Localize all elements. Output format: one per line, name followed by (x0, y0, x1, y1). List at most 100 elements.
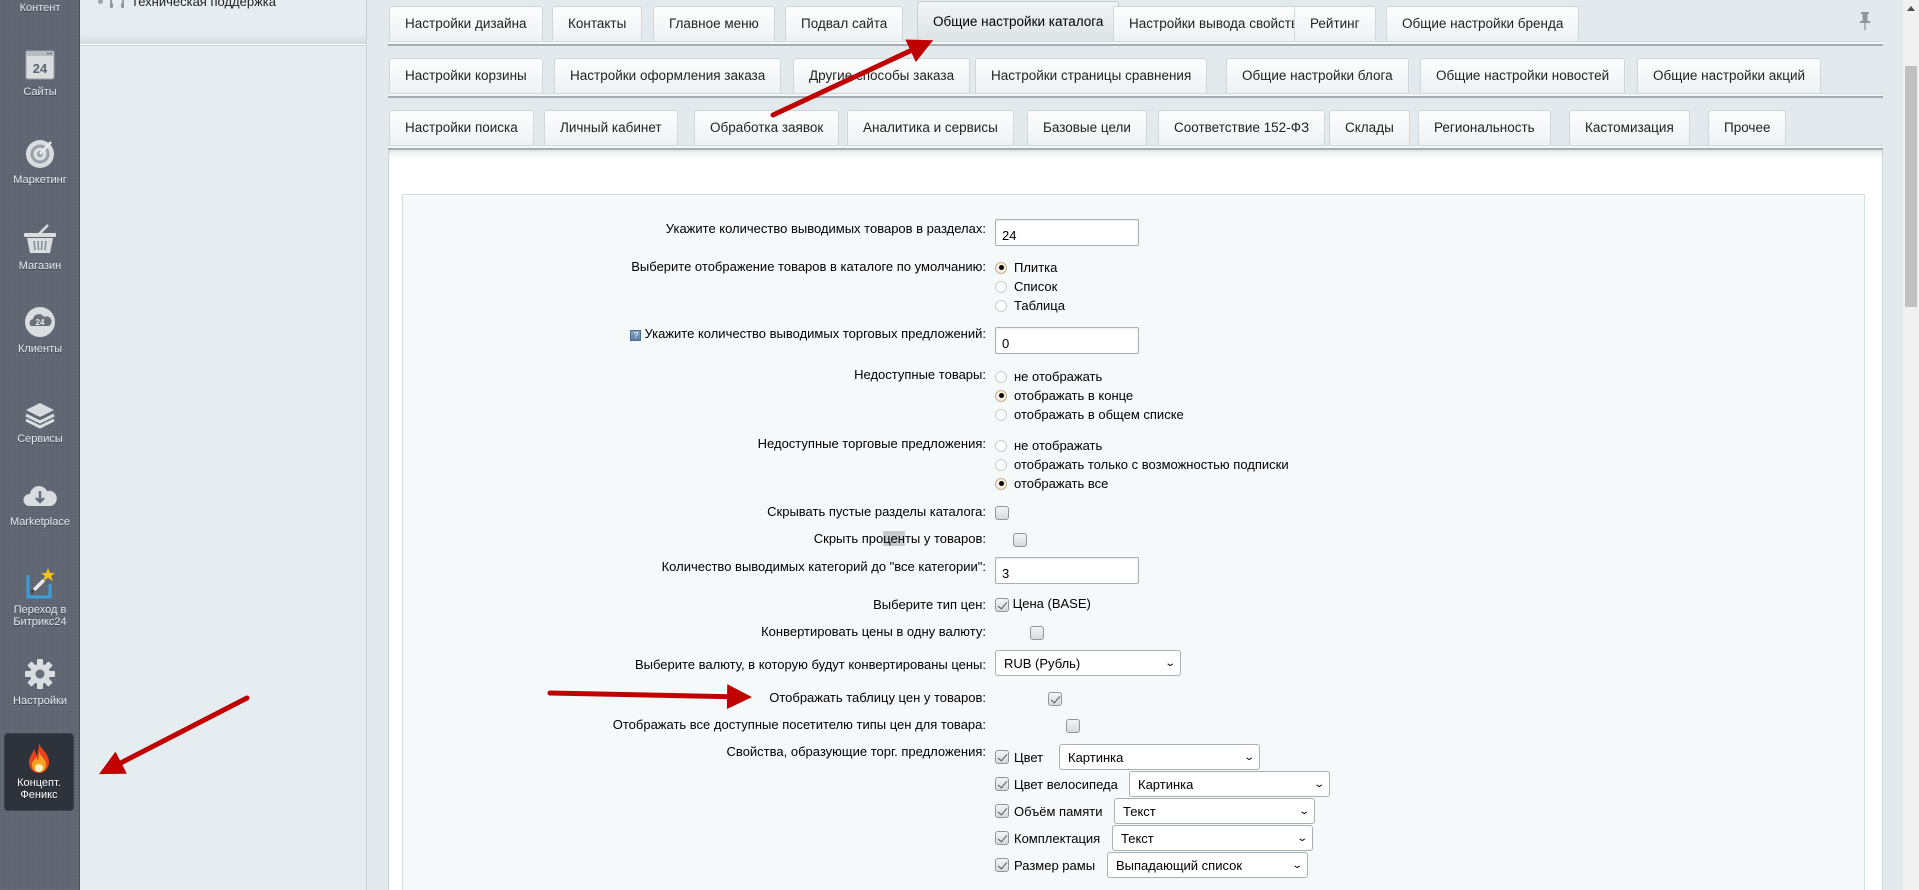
chevron-down-icon: ⌄ (1242, 751, 1255, 763)
tab-customization[interactable]: Кастомизация (1569, 110, 1690, 145)
tab-cart-settings[interactable]: Настройки корзины (389, 58, 543, 93)
radio-button[interactable] (995, 408, 1007, 421)
tree-item-label: Техническая поддержка (131, 0, 276, 9)
sidebar-item-concept-phoenix[interactable]: Концепт. Феникс (5, 734, 73, 810)
tab-compare-page-settings[interactable]: Настройки страницы сравнения (975, 58, 1208, 93)
sidebar-item-sites[interactable]: 24 Сайты (0, 48, 80, 98)
radio-button[interactable] (995, 439, 1007, 452)
show-all-price-types-checkbox[interactable] (1065, 718, 1080, 733)
offer-property-display-select[interactable]: Текст ⌄ (1112, 825, 1313, 851)
items-per-section-input[interactable] (995, 219, 1139, 246)
vertical-scrollbar[interactable] (1903, 0, 1919, 890)
radio-option[interactable]: отображать только с возможностью подписк… (995, 455, 1289, 474)
sidebar-item-marketing[interactable]: Маркетинг (0, 136, 80, 186)
offer-property-row: Цвет велосипеда Картинка ⌄ (995, 771, 1330, 797)
offer-property-checkbox[interactable] (995, 831, 1009, 845)
tab-request-processing[interactable]: Обработка заявок (694, 110, 840, 145)
unavailable-products-label: Недоступные товары: (854, 367, 986, 382)
tab-base-goals[interactable]: Базовые цели (1027, 110, 1147, 145)
sidebar-item-shop[interactable]: Магазин (0, 222, 80, 272)
target-currency-select[interactable]: RUB (Рубль) ⌄ (995, 650, 1181, 676)
radio-option[interactable]: не отображать (995, 367, 1184, 386)
radio-button[interactable] (995, 261, 1007, 274)
tab-design-settings[interactable]: Настройки дизайна (389, 6, 543, 41)
tab-brand-general[interactable]: Общие настройки бренда (1386, 6, 1580, 41)
tab-promo-general[interactable]: Общие настройки акций (1637, 58, 1822, 93)
sidebar-item-services[interactable]: Сервисы (0, 395, 80, 445)
radio-button[interactable] (995, 370, 1007, 383)
categories-before-all-input[interactable] (995, 557, 1139, 584)
tab-other[interactable]: Прочее (1708, 110, 1787, 145)
sidebar-item-settings[interactable]: Настройки (0, 657, 80, 707)
radio-option[interactable]: Таблица (995, 296, 1065, 315)
tab-152-fz-compliance[interactable]: Соответствие 152-ФЗ (1158, 110, 1326, 145)
svg-text:24: 24 (36, 318, 45, 327)
tab-main-menu[interactable]: Главное меню (653, 6, 775, 41)
radio-button[interactable] (995, 280, 1007, 293)
tab-personal-account[interactable]: Личный кабинет (544, 110, 678, 145)
tab-row-2: Настройки корзины Настройки оформления з… (388, 52, 1883, 98)
tab-catalog-general[interactable]: Общие настройки каталога (917, 1, 1120, 41)
offer-property-row: Комплектация Текст ⌄ (995, 825, 1313, 851)
radio-option[interactable]: Список (995, 277, 1065, 296)
offer-property-display-select[interactable]: Картинка ⌄ (1129, 771, 1330, 797)
tab-analytics-services[interactable]: Аналитика и сервисы (847, 110, 1014, 145)
radio-button[interactable] (995, 477, 1007, 490)
clients-cloud-icon: 24 (25, 307, 55, 337)
scroll-up-arrow-icon[interactable] (1907, 6, 1915, 11)
price-type-checkbox[interactable] (995, 597, 1009, 612)
default-view-radio-group: Плитка Список Таблица (995, 258, 1065, 315)
radio-button[interactable] (995, 299, 1007, 312)
unavailable-offers-radio-group: не отображать отображать только с возмож… (995, 436, 1289, 493)
offer-property-display-select[interactable]: Выпадающий список ⌄ (1107, 852, 1308, 878)
chevron-down-icon: ⌄ (1163, 657, 1176, 669)
tab-checkout-settings[interactable]: Настройки оформления заказа (554, 58, 782, 93)
offers-count-input[interactable] (995, 327, 1139, 354)
hide-percent-checkbox[interactable] (1012, 532, 1027, 547)
scrollbar-thumb[interactable] (1905, 66, 1917, 307)
radio-option[interactable]: отображать в общем списке (995, 405, 1184, 424)
offer-property-checkbox[interactable] (995, 804, 1009, 818)
offer-property-checkbox[interactable] (995, 858, 1009, 872)
sidebar-item-clients[interactable]: 24 Клиенты (0, 305, 80, 355)
items-per-section-label: Укажите количество выводимых товаров в р… (665, 221, 986, 236)
offer-property-display-select[interactable]: Текст ⌄ (1114, 798, 1315, 824)
tab-regionality[interactable]: Региональность (1418, 110, 1551, 145)
price-type-option[interactable]: Цена (BASE) (995, 596, 1091, 612)
sidebar-item-bitrix24[interactable]: Переход в Битрикс24 (0, 566, 80, 628)
help-icon[interactable]: ? (630, 330, 642, 341)
offer-property-checkbox[interactable] (995, 777, 1009, 791)
hide-empty-sections-label: Скрывать пустые разделы каталога: (767, 504, 986, 519)
offer-property-row: Объём памяти Текст ⌄ (995, 798, 1315, 824)
tab-blog-general[interactable]: Общие настройки блога (1226, 58, 1409, 93)
sidebar-item-content[interactable]: Контент (0, 2, 80, 14)
show-price-table-checkbox[interactable] (1047, 691, 1062, 706)
radio-button[interactable] (995, 458, 1007, 471)
pin-icon[interactable] (1858, 12, 1872, 30)
convert-currency-checkbox[interactable] (1030, 625, 1045, 640)
tab-other-order-methods[interactable]: Другие способы заказа (793, 58, 971, 93)
sidebar-item-marketplace[interactable]: Marketplace (0, 478, 80, 528)
tree-item-tech-support[interactable]: Техническая поддержка (98, 0, 276, 9)
offer-property-checkbox[interactable] (995, 750, 1009, 764)
hide-empty-sections-checkbox[interactable] (995, 505, 1009, 520)
radio-option[interactable]: отображать все (995, 474, 1289, 493)
sidebar-item-label: Магазин (18, 260, 62, 272)
radio-option[interactable]: отображать в конце (995, 386, 1184, 405)
sidebar-item-label: Маркетинг (13, 174, 67, 186)
offers-count-label: ? Укажите количество выводимых торговых п… (630, 326, 986, 341)
tab-footer[interactable]: Подвал сайта (785, 6, 904, 41)
tab-contacts[interactable]: Контакты (552, 6, 643, 41)
tab-row-baseline (388, 93, 1883, 98)
radio-option[interactable]: Плитка (995, 258, 1065, 277)
hide-percent-label: Скрыть проценты у товаров: (813, 531, 986, 546)
radio-button[interactable] (995, 389, 1007, 402)
offer-properties-label: Свойства, образующие торг. предложения: (726, 744, 986, 759)
tab-search-settings[interactable]: Настройки поиска (389, 110, 534, 145)
tab-rating[interactable]: Рейтинг (1294, 6, 1376, 41)
offer-property-display-select[interactable]: Картинка ⌄ (1059, 744, 1260, 770)
chevron-down-icon: ⌄ (1290, 859, 1303, 871)
tab-warehouses[interactable]: Склады (1329, 110, 1410, 145)
radio-option[interactable]: не отображать (995, 436, 1289, 455)
tab-news-general[interactable]: Общие настройки новостей (1420, 58, 1626, 93)
